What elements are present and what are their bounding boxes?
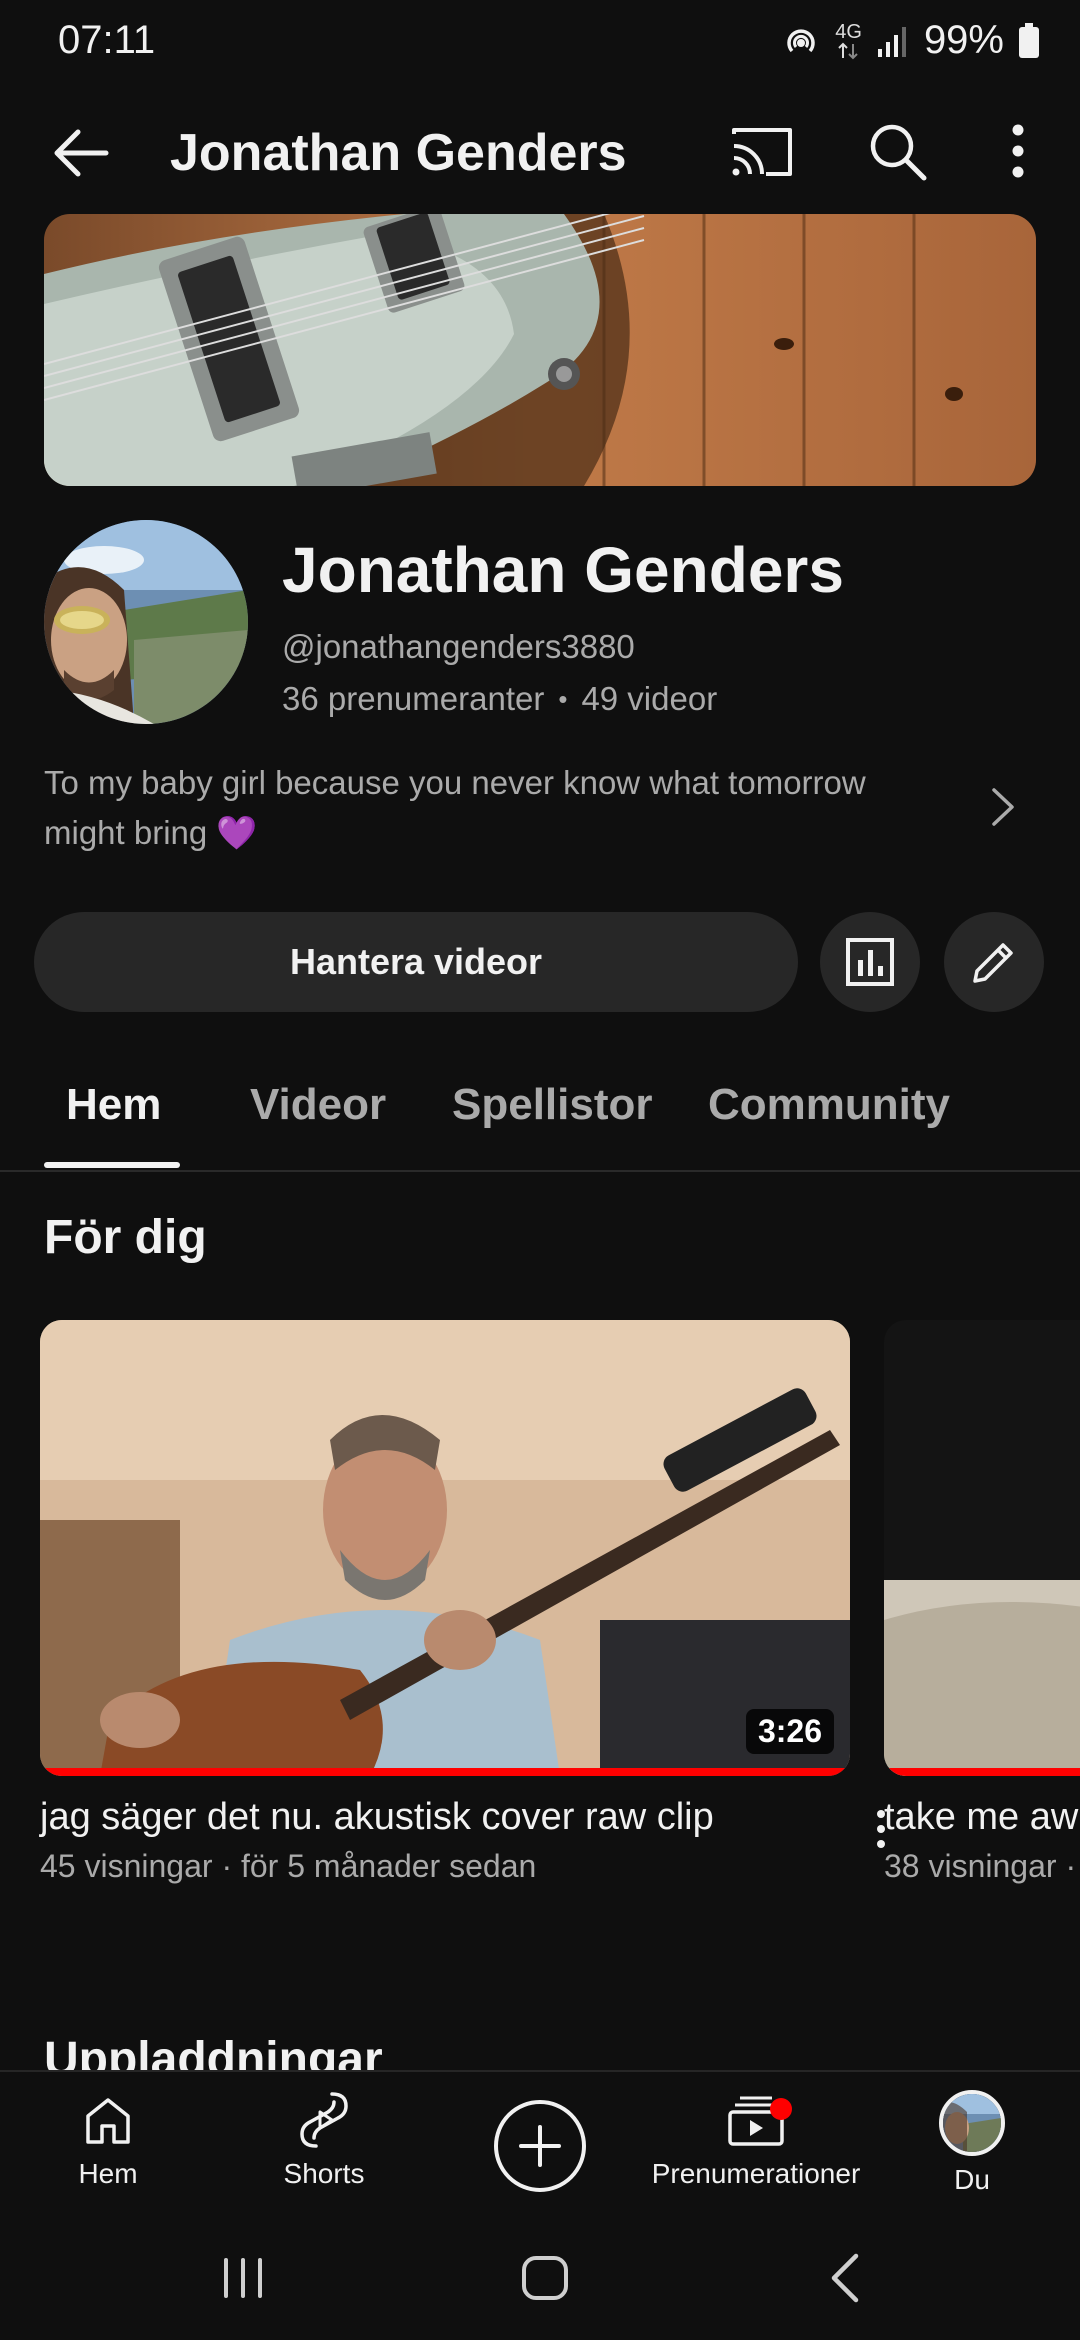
channel-description[interactable]: To my baby girl because you never know w… [44,758,944,858]
back-system-icon[interactable] [812,2248,882,2308]
nav-item-you[interactable]: Du [862,2090,1080,2196]
shorts-icon [294,2090,354,2150]
manage-videos-button[interactable]: Hantera videor [34,912,798,1012]
tab-playlists[interactable]: Spellistor [452,1080,653,1130]
create-button[interactable] [494,2100,586,2192]
recent-apps-icon[interactable] [208,2248,278,2308]
search-icon[interactable] [864,116,934,186]
back-arrow-icon[interactable] [46,118,116,188]
tab-home[interactable]: Hem [66,1080,161,1130]
channel-stats: 36 prenumeranter • 49 videor [282,680,717,718]
hotspot-icon [787,28,815,52]
cast-icon[interactable] [728,118,798,188]
section-title-uploads: Uppladdningar [44,2033,383,2070]
notification-dot [770,2098,792,2120]
system-navigation-bar [0,2210,1080,2340]
video-thumbnail[interactable]: 3:26 [40,1320,850,1776]
plus-icon [519,2125,561,2167]
section-title-for-you: För dig [44,1211,207,1264]
video-duration: 3:26 [745,1709,834,1754]
channel-avatar[interactable] [44,520,248,724]
status-time: 07:11 [58,18,156,62]
signal-icon [877,26,906,57]
watch-progress-bar [40,1768,850,1776]
video-thumbnail[interactable] [884,1320,1080,1776]
channel-banner [44,214,1036,486]
analytics-button[interactable] [820,912,920,1012]
video-meta: 38 visningar · [884,1848,1077,1884]
subscriber-count: 36 prenumeranter [282,680,545,717]
status-icons: 4G 99% [781,18,1040,63]
bottom-navigation: Hem Shorts Prenumerationer Du [0,2070,1080,2210]
video-title[interactable]: jag säger det nu. akustisk cover raw cli… [40,1796,714,1839]
nav-label-home: Hem [78,2158,138,2189]
banner-image [44,214,1036,486]
network-label: 4G [835,20,862,43]
separator-dot: • [558,683,568,714]
page-title: Jonathan Genders [170,124,627,182]
home-system-icon[interactable] [510,2248,580,2308]
data-arrows-icon [838,42,858,59]
nav-label-subscriptions: Prenumerationer [651,2158,861,2189]
tab-videos[interactable]: Videor [250,1080,386,1130]
nav-item-home[interactable]: Hem [0,2090,218,2190]
battery-percent: 99% [923,18,1004,62]
top-app-bar: Jonathan Genders [0,100,1080,200]
video-card[interactable]: take me aw 38 visningar · [884,1320,1080,1900]
avatar [939,2090,1005,2156]
thumbnail-image [40,1320,850,1776]
channel-tabs: Hem Videor Spellistor Community [0,1060,1080,1172]
nav-item-shorts[interactable]: Shorts [214,2090,434,2190]
video-meta: 45 visningar · för 5 månader sedan [40,1848,537,1884]
status-bar: 07:11 4G 99% [0,0,1080,90]
home-icon [78,2090,138,2150]
active-tab-indicator [44,1162,180,1168]
video-title[interactable]: take me aw [884,1796,1078,1839]
manage-videos-label: Hantera videor [289,941,543,982]
video-count: 49 videor [581,680,718,717]
nav-label-shorts: Shorts [283,2158,365,2189]
avatar-image [44,520,248,724]
analytics-icon [846,938,894,986]
thumbnail-image [884,1320,1080,1776]
nav-item-subscriptions[interactable]: Prenumerationer [646,2090,866,2190]
more-vert-icon[interactable] [988,116,1048,186]
nav-label-you: Du [954,2164,990,2195]
network-indicator: 4G [835,22,862,60]
channel-handle: @jonathangenders3880 [282,628,635,665]
pencil-icon [973,943,1013,983]
battery-icon [1019,22,1039,58]
chevron-right-icon[interactable] [978,782,1028,832]
channel-name: Jonathan Genders [282,534,844,606]
tab-community[interactable]: Community [708,1080,950,1130]
watch-progress-bar [884,1768,1080,1776]
video-card[interactable]: 3:26 jag säger det nu. akustisk cover ra… [40,1320,885,1884]
edit-channel-button[interactable] [944,912,1044,1012]
